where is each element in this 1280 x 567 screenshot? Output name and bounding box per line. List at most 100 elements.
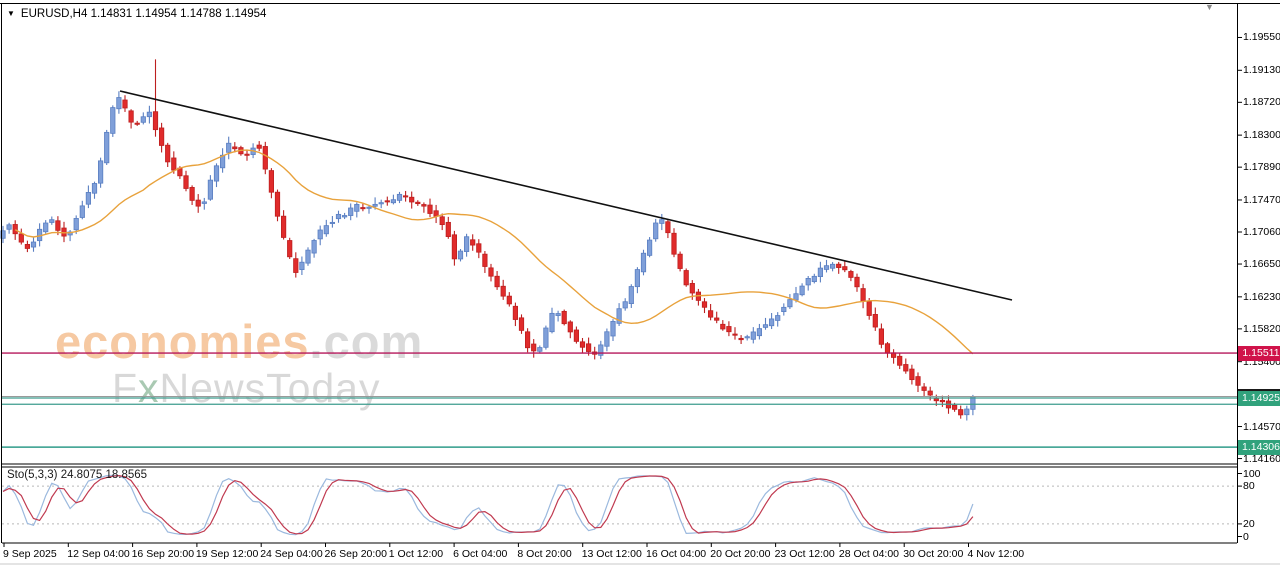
- time-axis-label: 1 Oct 12:00: [389, 548, 443, 560]
- candle-body: [428, 205, 432, 213]
- candle-body: [574, 330, 578, 341]
- sto-axis-label: 80: [1243, 480, 1255, 492]
- candle-body: [111, 108, 115, 134]
- candle-body: [965, 409, 969, 415]
- candle-body: [44, 223, 48, 232]
- candle-body: [458, 251, 462, 259]
- candle-body: [519, 318, 523, 331]
- candle-body: [434, 211, 438, 216]
- stochastic-k-line: [3, 475, 973, 534]
- candle-body: [361, 208, 365, 209]
- candle-body: [446, 222, 450, 236]
- candle-body: [172, 158, 176, 170]
- candle-body: [684, 271, 688, 285]
- candle-body: [623, 302, 627, 308]
- symbol-title: ▼ EURUSD,H4 1.14831 1.14954 1.14788 1.149…: [7, 8, 266, 20]
- candle-body: [690, 283, 694, 293]
- candle-body: [208, 180, 212, 199]
- candle-body: [56, 221, 60, 231]
- autoscroll-marker-icon[interactable]: ▼: [1205, 2, 1214, 12]
- candle-body: [739, 338, 743, 339]
- candle-body: [153, 112, 157, 130]
- candle-body: [440, 217, 444, 225]
- candle-body: [452, 235, 456, 259]
- candle-body: [318, 230, 322, 239]
- candle-body: [550, 313, 554, 331]
- candle-body: [904, 364, 908, 371]
- candle-body: [647, 240, 651, 255]
- candle-body: [141, 117, 145, 123]
- candle-body: [135, 123, 139, 124]
- candle-body: [940, 400, 944, 401]
- candle-body: [513, 306, 517, 319]
- candle-body: [812, 276, 816, 281]
- time-axis-label: 19 Sep 12:00: [196, 548, 258, 560]
- candle-body: [727, 326, 731, 331]
- candle-body: [916, 377, 920, 386]
- candle-body: [715, 318, 719, 320]
- candle-body: [342, 216, 346, 217]
- candle-body: [757, 329, 761, 336]
- candle-body: [678, 254, 682, 268]
- candle-body: [544, 328, 548, 347]
- candle-body: [422, 205, 426, 207]
- candle-body: [959, 410, 963, 415]
- time-axis-label: 16 Sep 20:00: [132, 548, 194, 560]
- candle-body: [879, 329, 883, 344]
- candle-body: [525, 332, 529, 348]
- time-axis-label: 12 Sep 04:00: [67, 548, 129, 560]
- candle-body: [86, 192, 90, 204]
- candle-body: [105, 132, 109, 162]
- candle-body: [562, 311, 566, 323]
- price-badge: 1.14306: [1238, 440, 1280, 455]
- candle-body: [233, 147, 237, 149]
- candle-body: [117, 98, 121, 109]
- candle-body: [641, 253, 645, 272]
- candle-body: [800, 286, 804, 295]
- candle-body: [7, 225, 11, 229]
- stochastic-d-line: [3, 476, 973, 534]
- candle-body: [269, 171, 273, 193]
- candle-body: [19, 234, 23, 242]
- symbol-ohlc-label: EURUSD,H4 1.14831 1.14954 1.14788 1.1495…: [21, 8, 267, 20]
- time-axis-label: 26 Sep 20:00: [325, 548, 387, 560]
- candle-body: [806, 278, 810, 285]
- candle-body: [769, 319, 773, 326]
- price-axis-label: 1.17890: [1243, 161, 1280, 173]
- time-axis-label: 30 Oct 20:00: [903, 548, 963, 560]
- candle-body: [159, 128, 163, 145]
- candle-body: [605, 332, 609, 346]
- candle-body: [275, 192, 279, 216]
- candle-body: [379, 203, 383, 204]
- time-axis-label: 9 Sep 2025: [3, 548, 57, 560]
- sto-axis-label: 0: [1243, 531, 1249, 543]
- candle-body: [751, 332, 755, 339]
- candle-body: [702, 302, 706, 308]
- candle-body: [324, 226, 328, 234]
- symbol-dropdown-icon[interactable]: ▼: [7, 9, 15, 18]
- candle-body: [776, 316, 780, 321]
- price-axis-label: 1.17060: [1243, 226, 1280, 238]
- sto-axis-label: 100: [1243, 468, 1261, 480]
- candle-body: [92, 183, 96, 193]
- candle-body: [416, 202, 420, 203]
- candle-body: [721, 324, 725, 329]
- candle-body: [312, 240, 316, 253]
- candle-body: [196, 200, 200, 206]
- chart-canvas[interactable]: [0, 0, 1280, 567]
- candle-body: [898, 356, 902, 365]
- candle-body: [873, 314, 877, 327]
- candle-body: [257, 145, 261, 148]
- candle-body: [80, 206, 84, 218]
- candle-body: [129, 111, 133, 122]
- candle-body: [300, 262, 304, 269]
- candle-body: [281, 216, 285, 237]
- candle-body: [733, 334, 737, 335]
- descending-trendline: [120, 91, 1012, 300]
- candle-body: [611, 321, 615, 336]
- price-axis-label: 1.16650: [1243, 258, 1280, 270]
- candle-body: [599, 345, 603, 355]
- time-axis-label: 6 Oct 04:00: [453, 548, 507, 560]
- candle-body: [830, 264, 834, 268]
- candle-body: [507, 296, 511, 304]
